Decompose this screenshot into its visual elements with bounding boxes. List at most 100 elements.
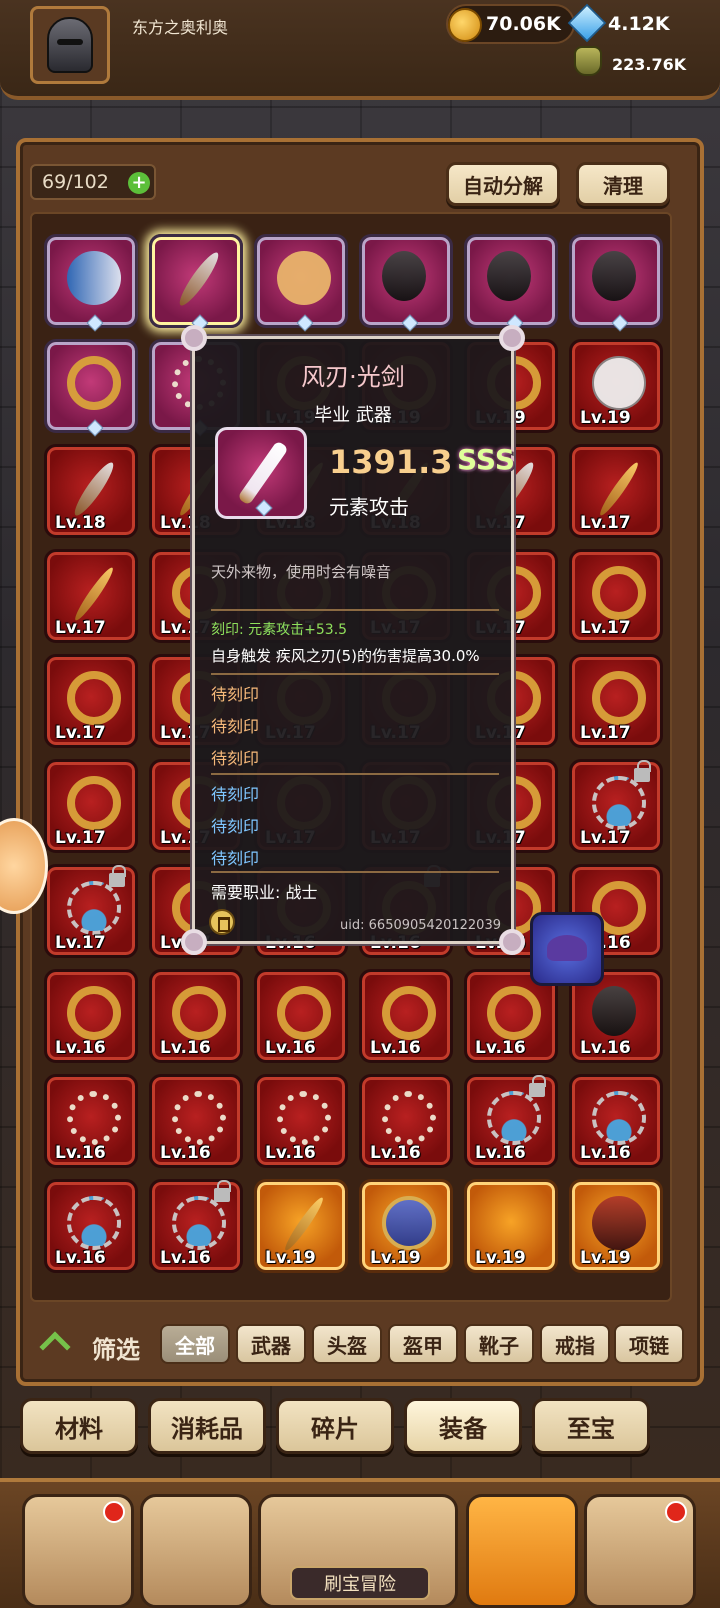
item-level: Lv.19 [370,1248,421,1268]
inventory-slot[interactable]: Lv.16 [569,1074,663,1168]
item-level: Lv.16 [160,1248,211,1268]
inventory-slot[interactable] [44,234,138,332]
dog-icon [277,251,331,305]
filter-tab-weapon[interactable]: 武器 [236,1324,306,1364]
inventory-slot[interactable]: Lv.17 [569,444,663,538]
inventory-slot[interactable]: Lv.16 [254,969,348,1063]
divider [211,673,499,675]
beads-icon [67,1091,121,1145]
shop-nav-button[interactable] [22,1494,134,1608]
inventory-slot[interactable]: Lv.16 [44,1179,138,1273]
boot-icon [592,251,636,301]
weapon-icon [174,248,224,310]
inventory-slot[interactable]: Lv.16 [254,1074,348,1168]
category-treasures[interactable]: 至宝 [532,1398,650,1454]
star-icon [86,314,104,332]
inventory-slot[interactable]: Lv.16 [359,969,453,1063]
inventory-slot[interactable]: Lv.19 [359,1179,453,1273]
category-fragments[interactable]: 碎片 [276,1398,394,1454]
inventory-slot[interactable]: Lv.17 [569,654,663,748]
notification-dot [665,1501,687,1523]
diamond-counter[interactable]: 4.12K [567,3,682,44]
inventory-slot[interactable]: Lv.17 [44,864,138,958]
inventory-slot[interactable]: Lv.16 [149,1074,243,1168]
inventory-slot[interactable] [149,234,243,332]
class-requirement: 需要职业: 战士 [211,883,318,902]
expand-capacity-button[interactable]: + [128,172,150,194]
item-grade: SSS [457,443,515,476]
filter-tab-ring[interactable]: 戒指 [540,1324,610,1364]
item-level: Lv.19 [265,1248,316,1268]
inventory-slot[interactable]: Lv.18 [44,444,138,538]
filter-tab-helmet[interactable]: 头盔 [312,1324,382,1364]
item-level: Lv.16 [475,1143,526,1163]
diamond-value: 4.12K [608,13,670,35]
auto-decompose-button[interactable]: 自动分解 [446,162,560,206]
divider [211,773,499,775]
filter-tab-all[interactable]: 全部 [160,1324,230,1364]
ring-icon [67,671,121,725]
item-level: Lv.17 [580,618,631,638]
inventory-slot[interactable] [254,234,348,332]
inventory-slot[interactable] [44,339,138,437]
notification-dot [103,1501,125,1523]
item-level: Lv.16 [370,1143,421,1163]
necklace-icon [487,1091,541,1145]
treasure-adventure-label: 刷宝冒险 [290,1566,430,1600]
item-stat: 元素攻击 [329,495,409,519]
category-equipment[interactable]: 装备 [404,1398,522,1454]
inventory-slot[interactable]: Lv.16 [464,1074,558,1168]
pending-engrave: 待刻印 [211,717,260,736]
inventory-slot[interactable] [359,234,453,332]
ring-icon [592,671,646,725]
gold-counter[interactable]: 70.06K [446,4,575,44]
item-level: Lv.17 [55,933,106,953]
inventory-slot[interactable]: Lv.16 [149,1179,243,1273]
ornament-icon [499,929,525,955]
hero-nav-button[interactable] [140,1494,252,1608]
inventory-slot[interactable]: Lv.19 [464,1179,558,1273]
bat-icon[interactable] [530,912,604,986]
item-title: 风刃·光剑 [301,363,405,391]
clear-button[interactable]: 清理 [576,162,670,206]
potion-counter[interactable]: 223.76K [574,44,698,84]
star-icon [86,419,104,437]
inventory-slot[interactable]: Lv.19 [254,1179,348,1273]
boot-icon [487,251,531,301]
category-consumables[interactable]: 消耗品 [148,1398,266,1454]
inventory-slot[interactable]: Lv.19 [569,339,663,433]
inventory-slot[interactable]: Lv.17 [569,759,663,853]
inventory-slot[interactable]: Lv.19 [569,1179,663,1273]
inventory-slot[interactable]: Lv.17 [44,549,138,643]
inventory-slot[interactable]: Lv.17 [569,549,663,643]
weapon-icon [69,458,119,520]
shield-icon [382,1196,436,1250]
player-avatar[interactable] [30,6,110,84]
filter-tab-boots[interactable]: 靴子 [464,1324,534,1364]
item-level: Lv.16 [160,1143,211,1163]
forge-nav-button[interactable] [584,1494,696,1608]
item-level: Lv.19 [580,408,631,428]
inventory-slot[interactable]: Lv.16 [44,1074,138,1168]
inventory-slot[interactable]: Lv.16 [44,969,138,1063]
necklace-icon [592,1091,646,1145]
category-materials[interactable]: 材料 [20,1398,138,1454]
trash-icon[interactable] [209,909,235,935]
pending-engrave: 待刻印 [211,817,260,836]
inventory-slot[interactable]: Lv.17 [44,759,138,853]
item-level: Lv.17 [55,618,106,638]
coin-icon [448,8,482,42]
inventory-slot[interactable]: Lv.16 [149,969,243,1063]
lock-icon [214,1180,231,1202]
item-level: Lv.16 [55,1143,106,1163]
capacity-text: 69/102 [42,171,109,193]
inventory-slot[interactable] [569,234,663,332]
filter-tab-armor[interactable]: 盔甲 [388,1324,458,1364]
potion-value: 223.76K [612,54,687,74]
backpack-nav-button[interactable] [466,1494,578,1608]
inventory-slot[interactable] [464,234,558,332]
filter-tab-necklace[interactable]: 项链 [614,1324,684,1364]
lightsaber-icon [215,427,307,519]
inventory-slot[interactable]: Lv.16 [359,1074,453,1168]
inventory-slot[interactable]: Lv.17 [44,654,138,748]
